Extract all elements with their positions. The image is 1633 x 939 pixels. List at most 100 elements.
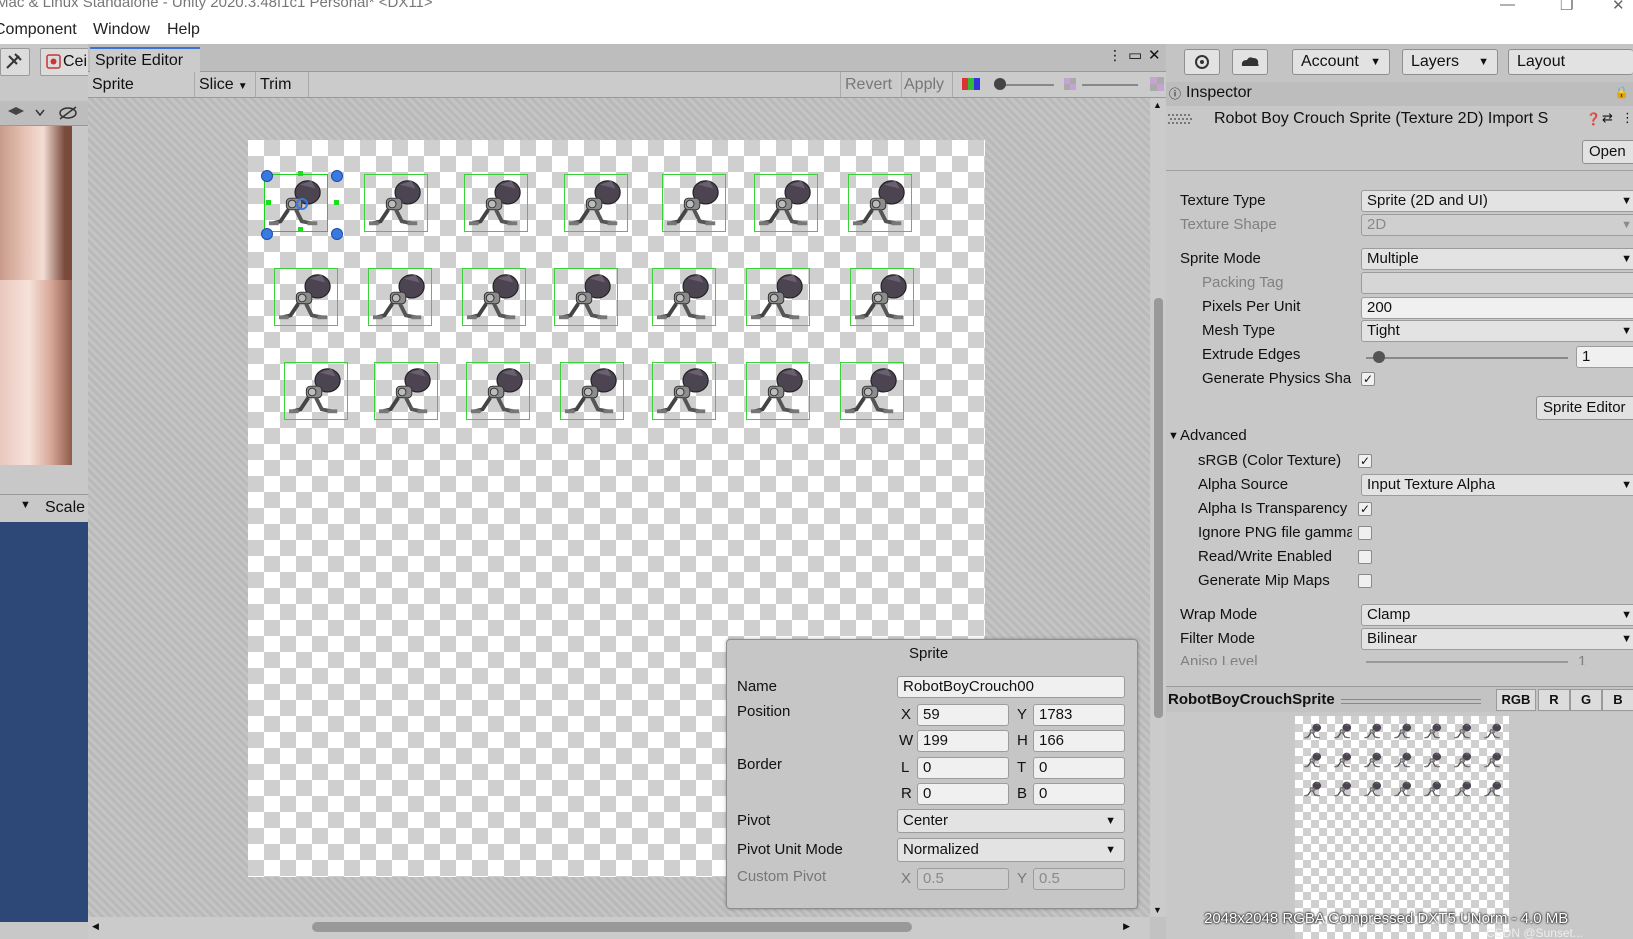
sprite-cell[interactable]: [754, 174, 818, 232]
sprite-cell[interactable]: [462, 268, 526, 326]
tab-sprite-editor[interactable]: Sprite Editor: [90, 47, 200, 73]
tools-button[interactable]: [0, 48, 30, 76]
resize-handle[interactable]: [331, 170, 343, 182]
pivot-handle[interactable]: [296, 198, 308, 210]
texture-shape-dropdown[interactable]: 2D ▼: [1361, 214, 1633, 236]
sprite-cell[interactable]: [560, 362, 624, 420]
resize-handle[interactable]: [261, 228, 273, 240]
size-h-field[interactable]: 166: [1033, 730, 1125, 752]
more-options-icon[interactable]: ⋮: [1108, 47, 1122, 64]
read-write-checkbox[interactable]: [1358, 550, 1372, 564]
slice-dropdown[interactable]: Slice ▼: [195, 72, 256, 97]
trim-button[interactable]: Trim: [256, 72, 309, 97]
sprite-cell[interactable]: [840, 362, 904, 420]
sprite-editor-mode-dropdown[interactable]: Sprite Editor▼: [88, 72, 195, 118]
border-r-field[interactable]: 0: [917, 783, 1009, 805]
advanced-label[interactable]: Advanced: [1180, 427, 1247, 444]
generate-mip-maps-checkbox[interactable]: [1358, 574, 1372, 588]
scroll-down-icon[interactable]: ▼: [1153, 905, 1162, 915]
aniso-slider-track[interactable]: [1366, 661, 1568, 663]
horizontal-scrollbar[interactable]: ◀ ▶: [88, 917, 1150, 939]
texture-type-dropdown[interactable]: Sprite (2D and UI) ▼: [1361, 190, 1633, 212]
srgb-checkbox[interactable]: ✓: [1358, 454, 1372, 468]
account-dropdown[interactable]: Account ▼: [1292, 49, 1390, 75]
border-l-field[interactable]: 0: [917, 757, 1009, 779]
edge-handle[interactable]: [298, 171, 303, 176]
resize-handle[interactable]: [331, 228, 343, 240]
dropdown-arrow-icon[interactable]: ▼: [20, 499, 31, 511]
mesh-type-dropdown[interactable]: Tight ▼: [1361, 320, 1633, 342]
extrude-slider-track[interactable]: [1366, 357, 1568, 359]
channel-b-button[interactable]: B: [1602, 689, 1633, 711]
packing-tag-field[interactable]: [1361, 272, 1633, 294]
position-x-field[interactable]: 59: [917, 704, 1009, 726]
generate-physics-checkbox[interactable]: ✓: [1361, 372, 1375, 386]
sprite-cell[interactable]: [464, 174, 528, 232]
resize-handle[interactable]: [261, 170, 273, 182]
sprite-cell[interactable]: [746, 268, 810, 326]
tab-inspector[interactable]: Inspector: [1186, 84, 1252, 102]
sprite-cell[interactable]: [364, 174, 428, 232]
sprite-cell[interactable]: [284, 362, 348, 420]
channel-g-button[interactable]: G: [1570, 689, 1602, 711]
size-w-field[interactable]: 199: [917, 730, 1009, 752]
scroll-left-icon[interactable]: ◀: [92, 921, 99, 932]
alpha-source-dropdown[interactable]: Input Texture Alpha ▼: [1361, 474, 1633, 496]
custom-pivot-x-field[interactable]: 0.5: [917, 868, 1009, 890]
filter-mode-dropdown[interactable]: Bilinear ▼: [1361, 628, 1633, 650]
edge-handle[interactable]: [266, 200, 271, 205]
maximize-icon[interactable]: ❐: [1560, 0, 1573, 14]
edge-handle[interactable]: [298, 227, 303, 232]
sprite-cell[interactable]: [652, 362, 716, 420]
open-button[interactable]: Open: [1582, 140, 1633, 164]
border-t-field[interactable]: 0: [1033, 757, 1125, 779]
presets-icon[interactable]: ⇄: [1602, 110, 1613, 126]
sprite-cell[interactable]: [662, 174, 726, 232]
menu-component[interactable]: Component: [0, 21, 77, 39]
minimize-icon[interactable]: —: [1500, 0, 1515, 13]
layers-visibility-icon[interactable]: [0, 101, 86, 125]
channel-rgb-button[interactable]: RGB: [1496, 689, 1536, 711]
channel-r-button[interactable]: R: [1538, 689, 1570, 711]
sprite-editor-button[interactable]: Sprite Editor: [1536, 396, 1633, 420]
alpha-is-transparency-checkbox[interactable]: ✓: [1358, 502, 1372, 516]
custom-pivot-y-field[interactable]: 0.5: [1033, 868, 1125, 890]
vertical-scrollbar[interactable]: ▲ ▼: [1150, 98, 1166, 917]
foldout-arrow-icon[interactable]: ▼: [1168, 430, 1179, 442]
sprite-cell[interactable]: [850, 268, 914, 326]
pivot-unit-mode-dropdown[interactable]: Normalized ▼: [897, 838, 1125, 862]
help-icon[interactable]: ❓: [1586, 112, 1601, 126]
sprite-cell[interactable]: [554, 268, 618, 326]
layers-dropdown[interactable]: Layers ▼: [1402, 49, 1498, 75]
collab-button[interactable]: [1184, 49, 1220, 75]
revert-button[interactable]: Revert: [840, 72, 902, 97]
pixels-per-unit-field[interactable]: 200: [1361, 297, 1633, 319]
sprite-cell[interactable]: [274, 268, 338, 326]
extrude-slider-handle[interactable]: [1372, 351, 1385, 363]
sprite-mode-dropdown[interactable]: Multiple ▼: [1361, 248, 1633, 270]
close-icon[interactable]: ✕: [1612, 0, 1625, 14]
menu-help[interactable]: Help: [167, 21, 200, 39]
maximize-panel-icon[interactable]: ▭: [1128, 46, 1142, 64]
scroll-up-icon[interactable]: ▲: [1153, 100, 1162, 110]
sprite-cell[interactable]: [746, 362, 810, 420]
sprite-cell[interactable]: [368, 268, 432, 326]
close-panel-icon[interactable]: ✕: [1148, 46, 1161, 64]
pivot-dropdown[interactable]: Center ▼: [897, 809, 1125, 833]
horizontal-scroll-thumb[interactable]: [312, 922, 912, 932]
sprite-cell[interactable]: [848, 174, 912, 232]
edge-handle[interactable]: [334, 200, 339, 205]
border-b-field[interactable]: 0: [1033, 783, 1125, 805]
sprite-name-field[interactable]: RobotBoyCrouch00: [897, 676, 1125, 698]
extrude-edges-field[interactable]: 1: [1576, 346, 1633, 368]
sprite-cell[interactable]: [374, 362, 438, 420]
position-y-field[interactable]: 1783: [1033, 704, 1125, 726]
scene-tab[interactable]: Cei: [40, 48, 88, 76]
layout-dropdown[interactable]: Layout: [1508, 49, 1633, 75]
sprite-cell[interactable]: [466, 362, 530, 420]
wrap-mode-dropdown[interactable]: Clamp ▼: [1361, 604, 1633, 626]
lock-icon[interactable]: 🔒: [1614, 85, 1629, 99]
cloud-button[interactable]: [1232, 49, 1268, 75]
menu-window[interactable]: Window: [93, 21, 150, 39]
ignore-png-gamma-checkbox[interactable]: [1358, 526, 1372, 540]
